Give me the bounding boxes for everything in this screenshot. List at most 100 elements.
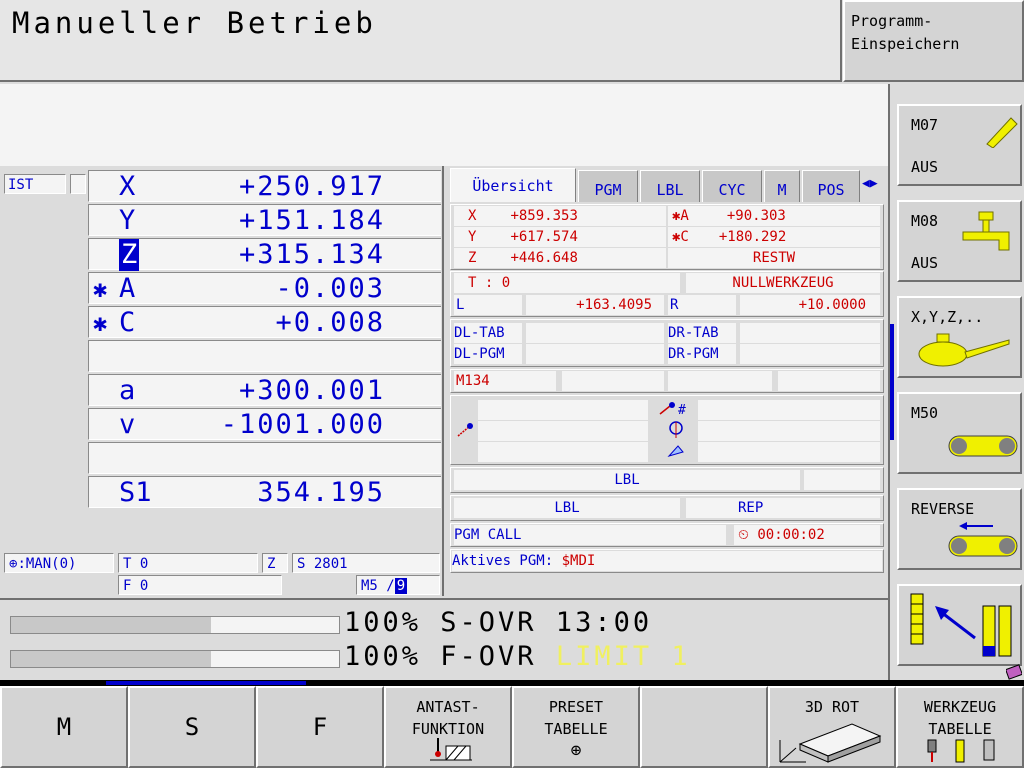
axis-value: +315.134 [238, 239, 385, 270]
clock-icon: ⏲ [738, 527, 749, 543]
feed-override-fill [11, 651, 212, 667]
softkey-page-active [106, 681, 306, 685]
probe-field-6 [698, 442, 880, 462]
probing-function-softkey[interactable]: ANTAST- FUNKTION [384, 686, 512, 768]
probe-field-3 [478, 442, 648, 462]
dr-pgm-value [740, 344, 880, 364]
axis-select-softkey[interactable]: X,Y,Z,.. [897, 296, 1022, 378]
reverse-softkey[interactable]: REVERSE [897, 488, 1022, 570]
softkey-bar-switch[interactable] [897, 584, 1022, 666]
lbl-field-1-aux [804, 470, 880, 490]
s-softkey[interactable]: S [128, 686, 256, 768]
3d-rotate-icon [779, 723, 882, 763]
tool-length-value: +163.4095 [526, 295, 664, 315]
pgm-call-label: PGM CALL [454, 525, 726, 545]
tools-icon [927, 739, 995, 763]
probe-field-4 [698, 400, 880, 420]
position-row-v: v -1001.000 [88, 408, 441, 440]
coord-row-c: ✱C +180.292 [668, 227, 880, 247]
tab-m[interactable]: M [764, 170, 800, 202]
page-title: Manueller Betrieb [12, 6, 377, 40]
position-mode-aux [70, 174, 86, 194]
probe-calibrate-icon [669, 421, 683, 438]
axis-label: Y [119, 205, 136, 236]
feed-override-text: 100% F-OVR LIMIT 1 [344, 641, 691, 672]
run-time: ⏲ 00:00:02 [734, 525, 880, 545]
position-row-s1: S1 354.195 [88, 476, 441, 508]
dr-pgm-label: DR-PGM [668, 344, 736, 364]
m134-label: M134 [454, 371, 556, 391]
m-slot-4 [778, 371, 880, 391]
svg-text:#: # [678, 403, 686, 418]
f-softkey[interactable]: F [256, 686, 384, 768]
active-program: Aktives PGM: $MDI [452, 551, 882, 571]
m-slot-3 [668, 371, 772, 391]
dl-tab-value [526, 323, 664, 343]
tab-cyc[interactable]: CYC [702, 170, 762, 202]
empty-softkey[interactable] [640, 686, 768, 768]
position-row-c: ✱ C +0.008 [88, 306, 441, 338]
axis-label-selected: Z [119, 239, 140, 271]
feed-status: F 0 [118, 575, 282, 595]
restw-label: RESTW [668, 248, 880, 268]
lbl-field-1: LBL [454, 470, 800, 490]
m07-softkey[interactable]: M07 AUS [897, 104, 1022, 186]
probe-field-5 [698, 421, 880, 441]
tab-overview[interactable]: Übersicht [450, 168, 576, 202]
axis-value: +300.001 [238, 375, 385, 406]
position-row-empty [88, 340, 441, 372]
coord-row-z: Z +446.648 [454, 248, 666, 268]
tab-scroll-arrows[interactable]: ◀▶ [862, 176, 878, 191]
probe-workpiece-icon [430, 738, 472, 761]
program-store-softkey[interactable]: Programm- Einspeichern [843, 0, 1024, 82]
probe-field-1 [478, 400, 648, 420]
preset-table-softkey[interactable]: PRESET TABELLE ⊕ [512, 686, 640, 768]
message-area [0, 84, 888, 166]
spindle-override-bar [10, 616, 340, 634]
position-row-y: Y +151.184 [88, 204, 441, 236]
title-bar: Manueller Betrieb [0, 0, 842, 82]
coord-row-y: Y +617.574 [454, 227, 666, 247]
coord-row-x: X +859.353 [454, 206, 666, 226]
axis-value: -0.003 [275, 273, 385, 304]
tab-pgm[interactable]: PGM [578, 170, 638, 202]
tab-lbl[interactable]: LBL [640, 170, 700, 202]
tool-table-softkey[interactable]: WERKZEUG TABELLE [896, 686, 1024, 768]
position-mode-label: IST [4, 174, 66, 194]
m50-softkey[interactable]: M50 [897, 392, 1022, 474]
tool-length-label: L [454, 295, 522, 315]
spindle-override-text: 100% S-OVR 13:00 [344, 607, 653, 638]
axis-value: +0.008 [275, 307, 385, 338]
axis-label: a [119, 375, 136, 406]
tool-radius-value: +10.0000 [740, 295, 880, 315]
position-row-z: Z +315.134 [88, 238, 441, 271]
m-softkey[interactable]: M [0, 686, 128, 768]
program-store-label: Programm- Einspeichern [851, 12, 960, 53]
feed-override-bar [10, 650, 340, 668]
tool-number: T : 0 [454, 273, 680, 293]
dl-pgm-value [526, 344, 664, 364]
dl-tab-label: DL-TAB [454, 323, 522, 343]
tool-status: T 0 [118, 553, 258, 573]
dr-tab-label: DR-TAB [668, 323, 736, 343]
axis-label: X [119, 171, 136, 202]
axis-label: S1 [119, 477, 152, 508]
repeat-label: REP [686, 498, 880, 518]
tab-pos[interactable]: POS [802, 170, 860, 202]
spindle-override-fill [11, 617, 212, 633]
softkey-scroll-indicator [890, 324, 894, 440]
position-row-empty [88, 442, 441, 474]
3d-rot-softkey[interactable]: 3D ROT [768, 686, 896, 768]
tool-axis-status: Z [262, 553, 288, 573]
position-row-x: X +250.917 [88, 170, 441, 202]
softkey-switch-icon [910, 593, 1012, 657]
dl-pgm-label: DL-PGM [454, 344, 522, 364]
conveyor-icon [948, 435, 1018, 457]
probe-tilt-icon [667, 445, 684, 457]
m08-softkey[interactable]: M08 AUS [897, 200, 1022, 282]
probe-icon [457, 423, 473, 437]
coolant-nozzle-icon [986, 117, 1018, 148]
diagnostics-icon[interactable] [1005, 664, 1023, 680]
axis-label: A [119, 273, 136, 304]
crosshair-icon: ⊕ [570, 740, 582, 761]
